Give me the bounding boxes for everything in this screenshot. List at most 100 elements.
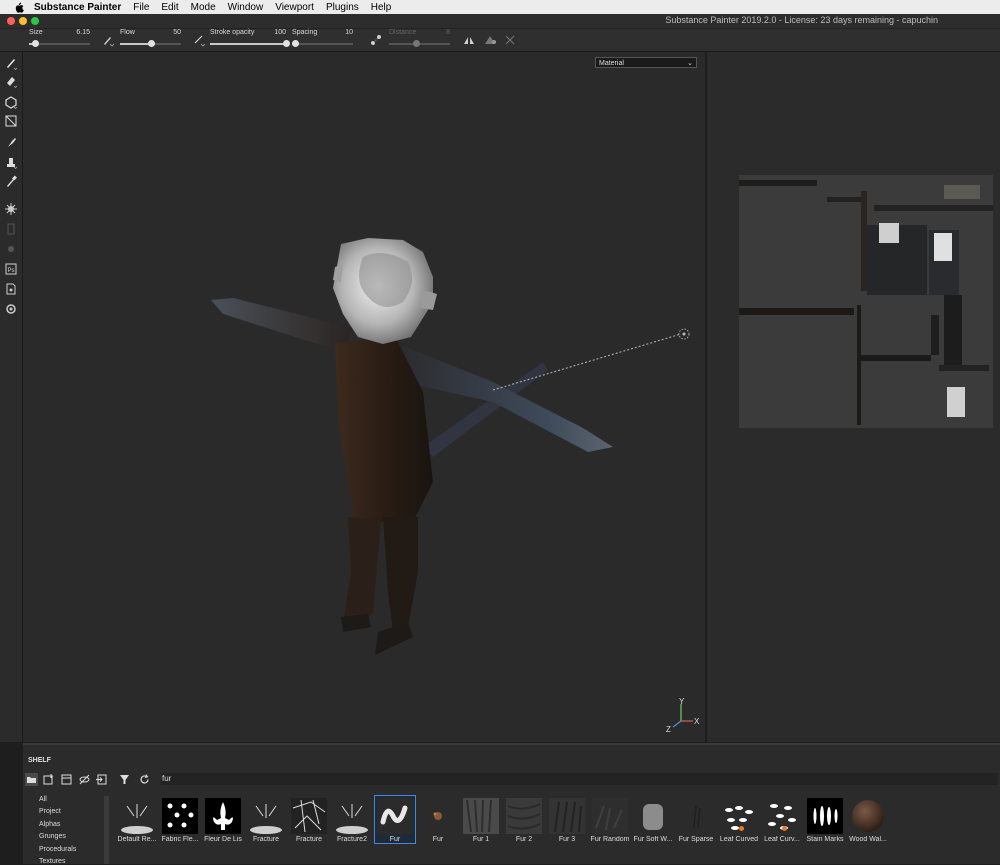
photoshop-export-icon[interactable]: Ps <box>4 262 18 276</box>
shelf-panel: SHELF fur All Project Alphas Grunges Pro… <box>23 743 1000 865</box>
menu-file[interactable]: File <box>133 2 149 13</box>
shelf-item-badge <box>782 826 787 831</box>
shelf-item-fur-soft[interactable]: Fur Soft W... <box>633 796 673 843</box>
shelf-item-fracture-pattern[interactable]: Fracture <box>289 796 329 843</box>
folder-icon[interactable] <box>25 773 38 786</box>
shelf-item-leaf-curved-2[interactable]: Leaf Curv... <box>762 796 802 843</box>
spacing-value[interactable]: 10 <box>345 29 353 36</box>
stroke-opacity-knob[interactable] <box>283 40 290 47</box>
shelf-toolbar: fur <box>23 771 1000 788</box>
color-picker-icon[interactable] <box>4 174 18 188</box>
shelf-search-input[interactable]: fur <box>161 773 998 785</box>
flow-pen-icon[interactable] <box>101 33 115 47</box>
viewport-3d[interactable]: Material ⌄ Y X Z <box>23 52 705 742</box>
shelf-item-label: Wood Wal... <box>849 836 887 843</box>
symmetry-icon[interactable] <box>462 33 476 47</box>
menu-window[interactable]: Window <box>228 2 264 13</box>
shelf-item-fur-sparse[interactable]: Fur Sparse <box>676 796 716 843</box>
filter-icon[interactable] <box>118 773 131 786</box>
size-value[interactable]: 6.15 <box>76 29 90 36</box>
shelf-item-label: Fur 3 <box>558 836 576 843</box>
category-all[interactable]: All <box>39 796 47 803</box>
lazy-mouse-icon[interactable] <box>369 33 383 47</box>
zoom-window-button[interactable] <box>31 17 39 25</box>
geometry-mask-icon[interactable] <box>4 114 18 128</box>
shelf-item-label: Fur Sparse <box>678 836 714 843</box>
hide-icon[interactable] <box>78 773 91 786</box>
category-scrollbar[interactable] <box>104 796 109 864</box>
category-grunges[interactable]: Grunges <box>39 833 66 840</box>
flow-value[interactable]: 50 <box>173 29 181 36</box>
shelf-item-fur-selected[interactable]: Fur <box>374 795 416 844</box>
projection-icon[interactable] <box>4 95 18 109</box>
distance-track[interactable] <box>389 40 450 47</box>
shelf-item-wood-wall[interactable]: Wood Wal... <box>848 796 888 843</box>
clone-stamp-icon[interactable] <box>4 155 18 169</box>
distance-slider[interactable]: Distance 8 <box>389 29 450 51</box>
shelf-item-leaf-curved[interactable]: Leaf Curved <box>719 796 759 843</box>
menu-edit[interactable]: Edit <box>161 2 178 13</box>
shelf-item-fur-random[interactable]: Fur Random <box>590 796 630 843</box>
shelf-item-fracture-light[interactable]: Fracture <box>246 796 286 843</box>
window-titlebar: Substance Painter 2019.2.0 - License: 23… <box>0 14 1000 29</box>
shelf-item-stain-marks[interactable]: Stain Marks <box>805 796 845 843</box>
minimize-window-button[interactable] <box>19 17 27 25</box>
fur-texture-thumbnail <box>463 798 499 834</box>
menu-help[interactable]: Help <box>371 2 392 13</box>
stroke-opacity-slider[interactable]: Stroke opacity 100 <box>210 29 290 51</box>
shelf-item-fur-particle[interactable]: Fur <box>418 796 458 843</box>
flow-label: Flow <box>120 29 135 36</box>
align-icon[interactable] <box>503 33 517 47</box>
shelf-item-label: Fracture <box>252 836 280 843</box>
size-track[interactable] <box>29 40 90 47</box>
document-icon[interactable] <box>4 282 18 296</box>
uv-islands <box>739 180 994 425</box>
shelf-item-fracture2[interactable]: Fracture2 <box>332 796 372 843</box>
import-icon[interactable] <box>95 773 108 786</box>
shelf-item-fur-3[interactable]: Fur 3 <box>547 796 587 843</box>
menu-app-name[interactable]: Substance Painter <box>34 2 121 13</box>
light-preset-thumbnail <box>248 798 284 834</box>
refresh-icon[interactable] <box>138 773 151 786</box>
opacity-pen-icon[interactable] <box>192 33 206 47</box>
flow-knob[interactable] <box>147 40 155 47</box>
size-slider[interactable]: Size 6.15 <box>29 29 90 51</box>
paint-brush-icon[interactable] <box>4 56 18 70</box>
stroke-opacity-value[interactable]: 100 <box>274 29 286 36</box>
shelf-item-fabric-fleur[interactable]: Fabric Fle... <box>160 796 200 843</box>
menu-viewport[interactable]: Viewport <box>275 2 314 13</box>
new-shelf-icon[interactable] <box>42 773 55 786</box>
bake-settings-icon[interactable] <box>4 202 18 216</box>
shelf-item-default-render[interactable]: Default Re... <box>117 796 157 843</box>
size-label: Size <box>29 29 43 36</box>
menu-mode[interactable]: Mode <box>191 2 216 13</box>
calendar-icon[interactable] <box>60 773 73 786</box>
fleur-pattern-thumbnail <box>162 798 198 834</box>
plugin-settings-icon[interactable] <box>4 302 18 316</box>
distance-value[interactable]: 8 <box>446 29 450 36</box>
viewport-2d[interactable] <box>706 52 1000 742</box>
distance-knob[interactable] <box>413 40 421 47</box>
brush-mode-icon[interactable] <box>483 33 497 47</box>
category-project[interactable]: Project <box>39 808 61 815</box>
flow-slider[interactable]: Flow 50 <box>120 29 181 51</box>
category-procedurals[interactable]: Procedurals <box>39 846 76 853</box>
eraser-icon[interactable] <box>4 74 18 88</box>
close-window-button[interactable] <box>7 17 15 25</box>
apple-icon[interactable] <box>12 0 26 14</box>
shelf-item-fur-1[interactable]: Fur 1 <box>461 796 501 843</box>
shelf-item-fleur-de-lis[interactable]: Fleur De Lis <box>203 796 243 843</box>
shelf-item-fur-2[interactable]: Fur 2 <box>504 796 544 843</box>
shelf-item-label: Fabric Fle... <box>161 836 199 843</box>
uv-texture-map[interactable] <box>739 175 994 428</box>
smudge-icon[interactable] <box>4 135 18 149</box>
spacing-knob[interactable] <box>292 40 300 47</box>
category-alphas[interactable]: Alphas <box>39 821 60 828</box>
stroke-opacity-track[interactable] <box>210 40 290 47</box>
menu-plugins[interactable]: Plugins <box>326 2 359 13</box>
spacing-slider[interactable]: Spacing 10 <box>292 29 353 51</box>
flow-track[interactable] <box>120 40 181 47</box>
size-knob[interactable] <box>32 40 40 47</box>
fracture-pattern-thumbnail <box>291 798 327 834</box>
spacing-track[interactable] <box>292 40 353 47</box>
